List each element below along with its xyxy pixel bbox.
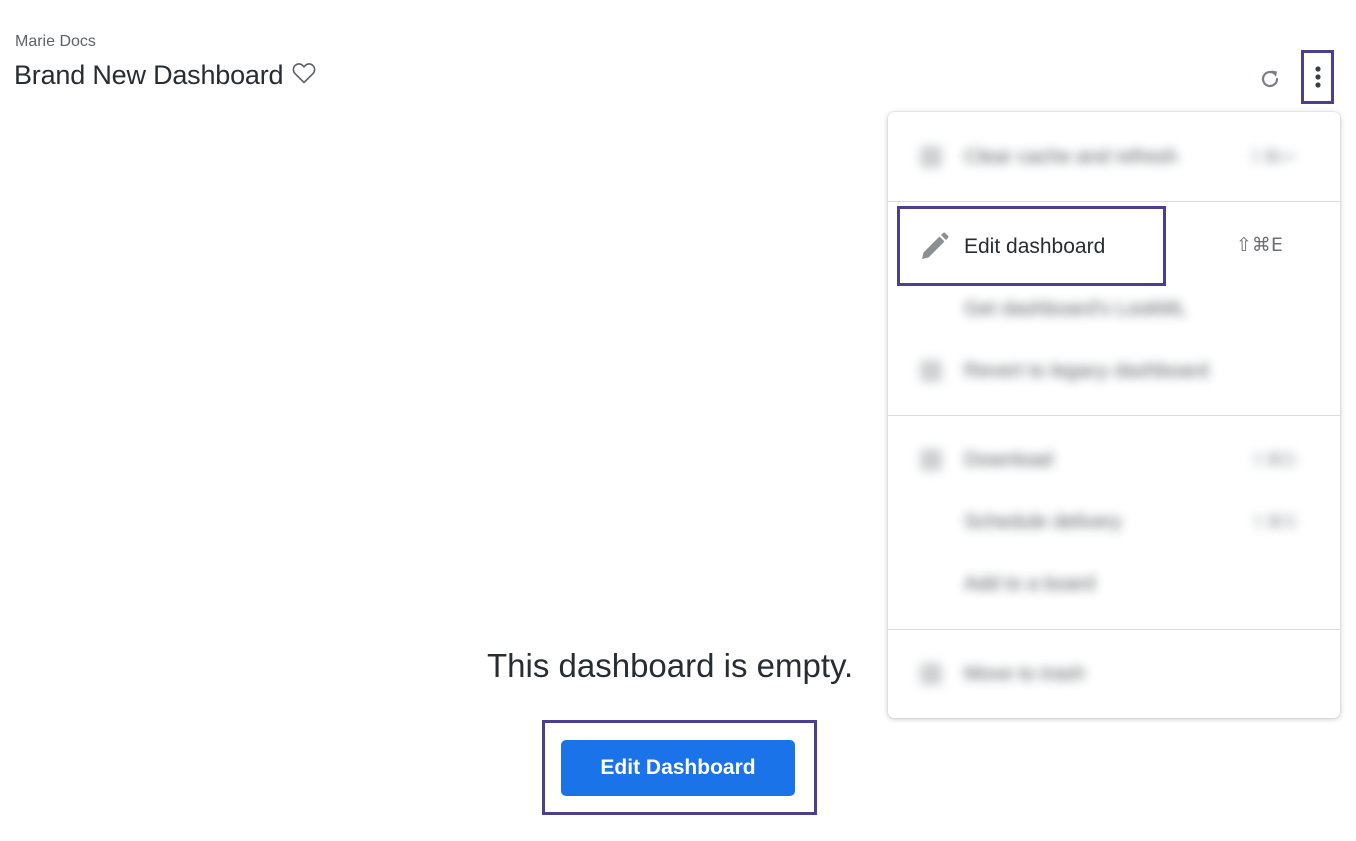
menu-divider xyxy=(888,415,1340,416)
menu-item-get-lookml[interactable]: Get dashboard's LookML xyxy=(888,284,1340,334)
menu-item-shortcut: ⇧⌘S xyxy=(1250,511,1296,532)
menu-item-shortcut: ⇧⌘E xyxy=(1236,234,1283,256)
refresh-icon xyxy=(920,146,942,168)
menu-item-label: Edit dashboard xyxy=(964,235,1106,258)
menu-divider xyxy=(888,201,1340,202)
favorite-button[interactable] xyxy=(291,60,317,86)
dashboard-page: Marie Docs Brand New Dashboard Clear cac… xyxy=(0,0,1356,841)
download-icon xyxy=(920,449,942,471)
trash-icon xyxy=(920,663,942,685)
menu-item-shortcut: ⇧⌘D xyxy=(1249,449,1296,470)
title-row: Brand New Dashboard xyxy=(14,60,317,91)
revert-icon xyxy=(920,360,942,382)
refresh-icon xyxy=(1261,70,1279,88)
menu-item-schedule-delivery[interactable]: Schedule delivery ⇧⌘S xyxy=(888,497,1340,547)
menu-item-label: Clear cache and refresh xyxy=(964,145,1178,168)
heart-outline-icon xyxy=(292,62,316,83)
edit-dashboard-button[interactable]: Edit Dashboard xyxy=(561,740,795,796)
pencil-icon xyxy=(922,232,949,259)
menu-item-label: Download xyxy=(964,448,1053,471)
menu-item-label: Move to trash xyxy=(964,662,1086,685)
breadcrumb[interactable]: Marie Docs xyxy=(15,33,96,51)
menu-item-move-to-trash[interactable]: Move to trash xyxy=(888,649,1340,699)
menu-item-label: Add to a board xyxy=(964,572,1096,595)
refresh-button[interactable] xyxy=(1255,64,1285,94)
vertical-dots-icon xyxy=(1314,66,1321,88)
menu-item-label: Revert to legacy dashboard xyxy=(964,359,1209,382)
menu-item-label: Get dashboard's LookML xyxy=(964,297,1187,320)
menu-divider xyxy=(888,629,1340,630)
menu-item-clear-cache[interactable]: Clear cache and refresh ⇧⌘↩ xyxy=(888,132,1340,182)
page-title: Brand New Dashboard xyxy=(14,60,284,90)
dashboard-options-menu: Clear cache and refresh ⇧⌘↩ Get dashboar… xyxy=(888,112,1340,718)
menu-item-download[interactable]: Download ⇧⌘D xyxy=(888,435,1340,485)
more-options-button[interactable] xyxy=(1301,50,1334,104)
menu-item-shortcut: ⇧⌘↩ xyxy=(1247,146,1296,167)
empty-state-message: This dashboard is empty. xyxy=(487,647,854,684)
menu-item-add-to-board[interactable]: Add to a board xyxy=(888,559,1340,609)
menu-item-revert-legacy[interactable]: Revert to legacy dashboard xyxy=(888,346,1340,396)
menu-item-edit-dashboard[interactable]: Edit dashboard xyxy=(897,206,1166,286)
menu-item-label: Schedule delivery xyxy=(964,510,1122,533)
